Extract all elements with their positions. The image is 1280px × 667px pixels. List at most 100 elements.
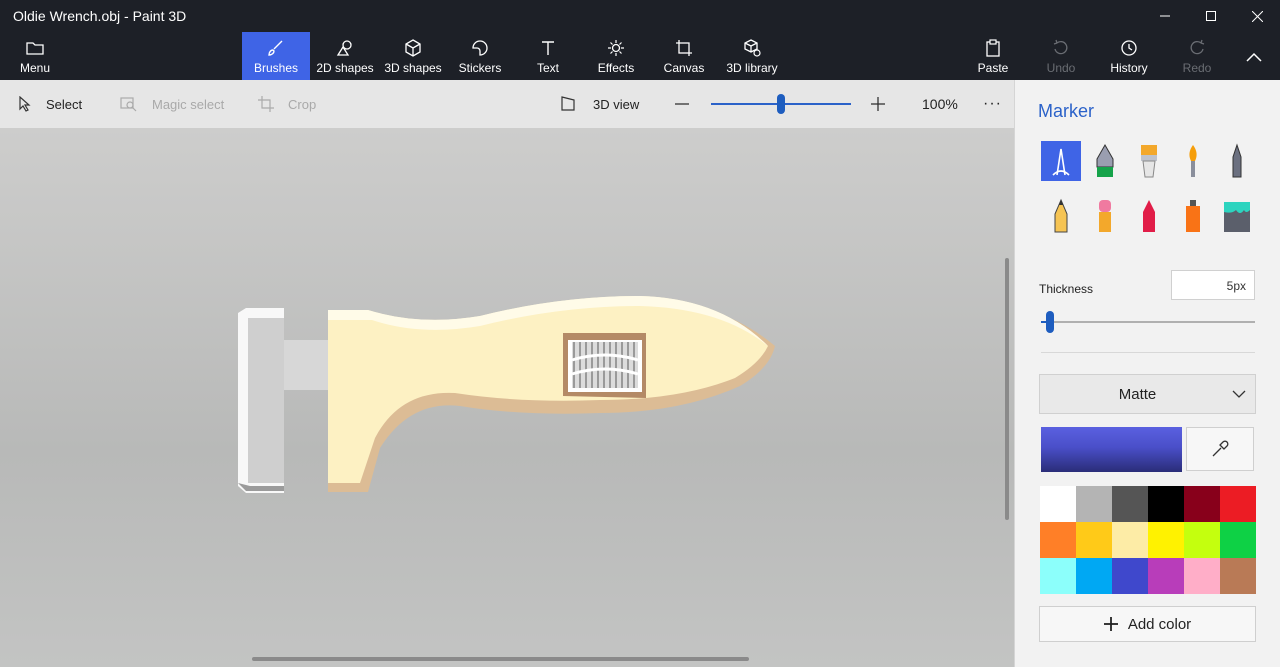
history-button[interactable]: History [1104,32,1154,80]
collapse-ribbon-button[interactable] [1236,32,1272,80]
maximize-button[interactable] [1188,0,1234,32]
zoom-in-button[interactable] [870,80,900,128]
tab-canvas[interactable]: Canvas [658,32,710,80]
finish-value: Matte [1118,386,1157,403]
oil-brush-icon [1141,145,1157,178]
crayon-button[interactable] [1129,196,1169,236]
tab-brushes[interactable]: Brushes [242,32,310,80]
magic-select-button[interactable]: Magic select [120,80,224,128]
tab-label: Brushes [253,61,299,75]
plus-icon [871,97,885,111]
tab-stickers[interactable]: Stickers [450,32,510,80]
palette-swatch[interactable] [1112,486,1148,522]
oil-brush-button[interactable] [1129,141,1169,181]
tab-effects[interactable]: Effects [590,32,642,80]
maximize-icon [1206,11,1216,21]
add-color-label: Add color [1127,615,1192,633]
palette-swatch[interactable] [1184,522,1220,558]
ribbon: Menu Brushes 2D shapes 3D shapes Sticker… [0,32,1280,80]
magic-select-label: Magic select [152,96,225,112]
tab-label: Text [536,61,559,75]
palette-swatch[interactable] [1148,486,1184,522]
cursor-arrow-icon [19,96,31,112]
drawing-canvas[interactable] [0,128,1014,667]
eyedropper-button[interactable] [1186,427,1254,471]
palette-swatch[interactable] [1220,558,1256,594]
thickness-input[interactable]: 5px [1171,270,1255,300]
palette-swatch[interactable] [1220,522,1256,558]
watercolor-brush-button[interactable] [1173,141,1213,181]
chevron-up-icon [1246,52,1262,62]
tab-text[interactable]: Text [522,32,574,80]
redo-icon [1190,39,1205,55]
library-cube-icon [744,39,761,57]
fill-bucket-button[interactable] [1217,196,1257,236]
cube-icon [405,39,421,57]
sun-icon [608,40,624,56]
palette-swatch[interactable] [1076,522,1112,558]
thickness-slider-track[interactable] [1041,321,1255,323]
palette-swatch[interactable] [1040,558,1076,594]
canvas-crop-icon [676,40,692,56]
history-label: History [1110,61,1148,75]
palette-swatch[interactable] [1148,522,1184,558]
marker-brush-button[interactable] [1041,141,1081,181]
pixel-pen-icon [1232,143,1242,178]
palette-swatch[interactable] [1040,522,1076,558]
pencil-icon [1054,198,1068,233]
horizontal-scrollbar[interactable] [252,657,749,661]
redo-button[interactable]: Redo [1174,32,1220,80]
palette-swatch[interactable] [1148,558,1184,594]
palette-swatch[interactable] [1040,486,1076,522]
spray-can-icon [1186,200,1200,232]
marker-icon [1052,148,1070,176]
tab-3d-library[interactable]: 3D library [722,32,782,80]
pencil-button[interactable] [1041,196,1081,236]
paste-button[interactable]: Paste [970,32,1016,80]
add-color-button[interactable]: Add color [1039,606,1256,642]
folder-icon [26,42,44,55]
plus-icon [1103,617,1118,631]
tab-3d-shapes[interactable]: 3D shapes [380,32,446,80]
zoom-level[interactable]: 100% [922,80,958,128]
tab-label: Effects [597,61,635,75]
palette-swatch[interactable] [1184,558,1220,594]
more-options-button[interactable]: ··· [983,80,1002,128]
pixel-pen-button[interactable] [1217,141,1257,181]
zoom-slider-thumb[interactable] [777,94,785,114]
thickness-label: Thickness [1039,282,1094,296]
close-icon [1251,10,1263,22]
text-icon [542,41,554,55]
tab-label: Canvas [663,61,705,75]
palette-swatch[interactable] [1076,558,1112,594]
color-palette [1040,486,1256,594]
finish-dropdown[interactable]: Matte [1039,374,1256,414]
view-3d-button[interactable]: 3D view [561,80,639,128]
current-color-swatch[interactable] [1041,427,1182,472]
crop-button[interactable]: Crop [258,80,316,128]
undo-button[interactable]: Undo [1038,32,1084,80]
palette-swatch[interactable] [1184,486,1220,522]
wrench-model[interactable] [0,128,1014,667]
menu-button[interactable]: Menu [10,32,60,80]
select-button[interactable]: Select [18,80,82,128]
select-label: Select [46,96,83,112]
tab-label: 3D library [726,61,778,75]
palette-swatch[interactable] [1220,486,1256,522]
zoom-out-button[interactable] [674,80,704,128]
tab-2d-shapes[interactable]: 2D shapes [310,32,380,80]
palette-swatch[interactable] [1076,486,1112,522]
menu-label: Menu [19,61,51,75]
minimize-button[interactable] [1142,0,1188,32]
brush-icon [268,40,283,56]
thickness-slider-thumb[interactable] [1045,311,1054,333]
calligraphy-pen-button[interactable] [1085,141,1125,181]
palette-swatch[interactable] [1112,522,1148,558]
spray-can-button[interactable] [1173,196,1213,236]
close-button[interactable] [1234,0,1280,32]
palette-swatch[interactable] [1112,558,1148,594]
brush-panel: Marker Thickness 5px Matte Add color [1014,80,1280,667]
eraser-button[interactable] [1085,196,1125,236]
vertical-scrollbar[interactable] [1005,258,1009,520]
eraser-icon [1099,200,1111,232]
